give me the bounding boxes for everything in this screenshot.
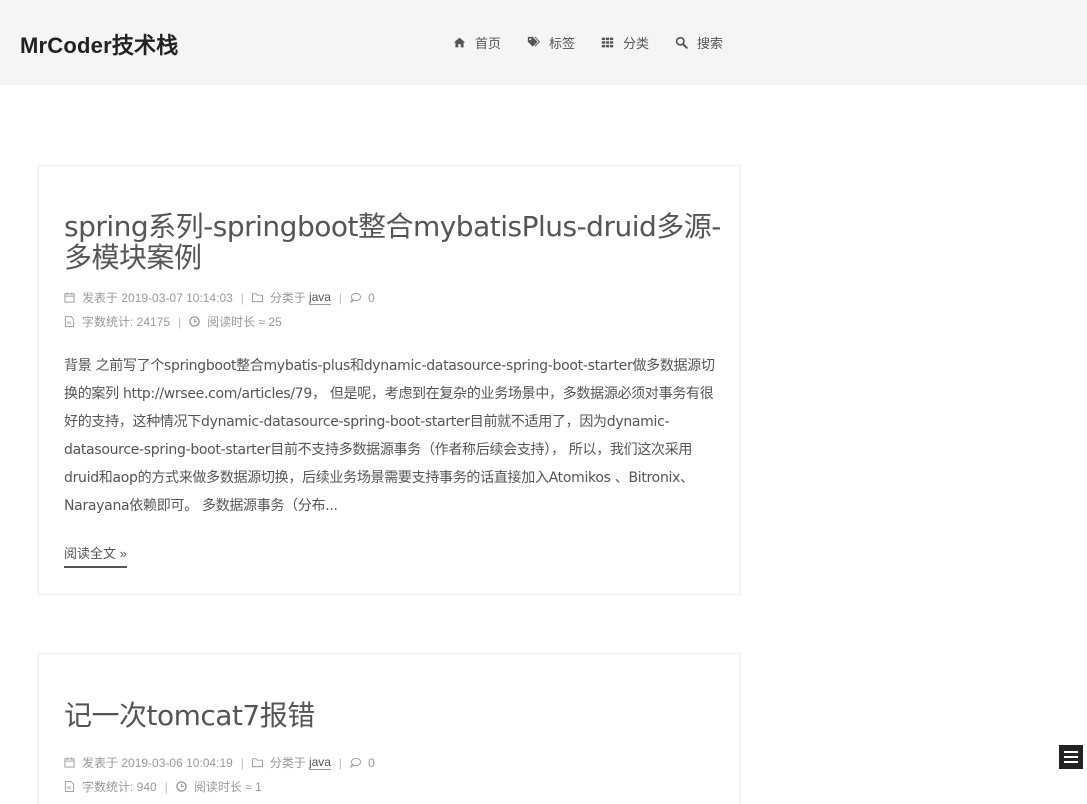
nav-item-home[interactable]: 首页: [452, 33, 501, 52]
read-time: 阅读时长 ≈ 1: [193, 780, 262, 794]
post-title[interactable]: 记一次tomcat7报错: [64, 700, 724, 731]
home-icon: [452, 36, 466, 50]
post-title[interactable]: spring系列-springboot整合mybatisPlus-druid多源…: [64, 211, 724, 273]
calendar-icon: [64, 757, 76, 769]
nav-item-categories[interactable]: 分类: [600, 33, 649, 52]
posted-prefix: 发表于: [82, 756, 119, 770]
folder-icon: [251, 757, 264, 769]
category-prefix: 分类于: [269, 756, 306, 770]
th-icon: [600, 36, 614, 50]
nav-label-tags: 标签: [549, 36, 576, 51]
post-date: 2019-03-07 10:14:03: [121, 290, 233, 305]
nav-label-categories: 分类: [623, 36, 650, 51]
meta-divider: |: [240, 755, 244, 770]
site-brand[interactable]: MrCoder技术栈: [20, 28, 178, 60]
nav-item-search[interactable]: 搜索: [674, 33, 723, 52]
meta-divider: |: [164, 779, 168, 794]
meta-divider: |: [178, 314, 182, 329]
comment-icon: [350, 757, 362, 769]
folder-icon: [251, 292, 264, 304]
clock-icon: [189, 316, 201, 328]
sidebar-toggle-button[interactable]: [1059, 745, 1083, 769]
post-meta: 发表于 2019-03-07 10:14:03 | 分类于 java | 0: [64, 289, 375, 306]
post-excerpt: 背景 之前写了个springboot整合mybatis-plus和dynamic…: [64, 358, 715, 514]
nav-label-home: 首页: [475, 36, 502, 51]
nav-item-tags[interactable]: 标签: [526, 33, 575, 52]
meta-divider: |: [240, 290, 244, 305]
post-card: spring系列-springboot整合mybatisPlus-druid多源…: [38, 165, 740, 595]
tags-icon: [526, 36, 540, 50]
category-prefix: 分类于: [269, 291, 306, 305]
post-meta: 发表于 2019-03-06 10:04:19 | 分类于 java | 0: [64, 754, 375, 771]
comment-icon: [350, 292, 362, 304]
post-stats: W 字数统计: 24175 | 阅读时长 ≈ 25: [64, 313, 282, 330]
post-date: 2019-03-06 10:04:19: [121, 755, 233, 770]
read-time: 阅读时长 ≈ 25: [207, 315, 282, 329]
word-count: 字数统计: 940: [82, 780, 157, 794]
word-count: 字数统计: 24175: [82, 315, 171, 329]
file-word-icon: W: [64, 781, 76, 793]
comment-count[interactable]: 0: [368, 756, 375, 770]
post-card: 记一次tomcat7报错 发表于 2019-03-06 10:04:19 | 分…: [38, 653, 740, 804]
meta-divider: |: [338, 290, 343, 305]
clock-icon: [176, 781, 188, 793]
menu-bar: [1064, 756, 1078, 758]
main-nav: 首页 标签 分类 搜索: [452, 33, 748, 52]
calendar-icon: [64, 292, 76, 304]
menu-bar: [1064, 761, 1078, 763]
nav-label-search: 搜索: [697, 36, 724, 51]
read-more-link[interactable]: 阅读全文 »: [64, 543, 127, 568]
category-link[interactable]: java: [308, 290, 331, 305]
category-link[interactable]: java: [308, 755, 331, 770]
meta-divider: |: [338, 755, 343, 770]
file-word-icon: W: [64, 316, 76, 328]
svg-text:W: W: [67, 321, 72, 327]
posted-prefix: 发表于: [82, 291, 119, 305]
site-header: MrCoder技术栈 首页 标签 分类 搜索: [0, 0, 1087, 85]
post-stats: W 字数统计: 940 | 阅读时长 ≈ 1: [64, 778, 262, 795]
search-icon: [674, 36, 688, 50]
svg-text:W: W: [67, 786, 72, 792]
comment-count[interactable]: 0: [368, 291, 375, 305]
menu-bar: [1064, 751, 1078, 753]
